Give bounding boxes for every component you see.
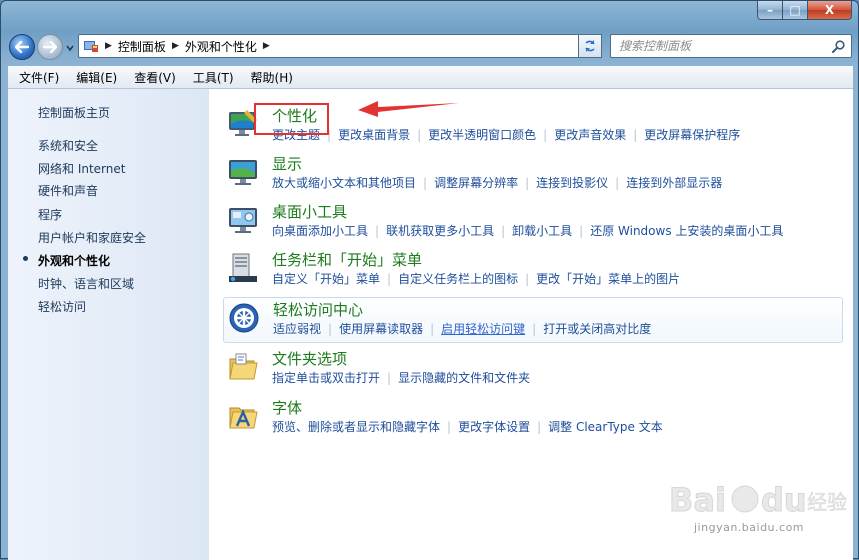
- menu-view[interactable]: 查看(V): [123, 69, 182, 86]
- breadcrumb-control-panel[interactable]: 控制面板: [118, 38, 166, 55]
- svg-text:du: du: [761, 481, 807, 519]
- link-preview-fonts[interactable]: 预览、删除或者显示和隐藏字体: [272, 420, 440, 434]
- link-uninstall-gadget[interactable]: 卸载小工具: [512, 224, 572, 238]
- search-icon[interactable]: [832, 40, 845, 53]
- category-taskbar-links: 自定义「开始」菜单 | 自定义任务栏上的图标 | 更改「开始」菜单上的图片: [272, 272, 681, 286]
- category-display: 显示 放大或缩小文本和其他项目 | 调整屏幕分辨率 | 连接到投影仪 | 连接到外部显示器: [223, 152, 843, 196]
- link-screen-reader[interactable]: 使用屏幕读取器: [339, 322, 423, 336]
- back-button[interactable]: [9, 34, 35, 60]
- category-taskbar: 任务栏和「开始」菜单 自定义「开始」菜单 | 自定义任务栏上的图标 | 更改「开始」菜单…: [223, 248, 843, 292]
- link-customize-taskbar-icons[interactable]: 自定义任务栏上的图标: [398, 272, 518, 286]
- menu-bar: 文件(F) 编辑(E) 查看(V) 工具(T) 帮助(H): [8, 66, 853, 89]
- sidebar-item-ease-of-access[interactable]: 轻松访问: [38, 298, 86, 315]
- svg-text:Bai: Bai: [669, 481, 726, 519]
- address-bar[interactable]: ▶ 控制面板 ▶ 外观和个性化 ▶: [78, 34, 602, 58]
- category-gadgets-links: 向桌面添加小工具 | 联机获取更多小工具 | 卸载小工具 | 还原 Windows 上安装的…: [272, 224, 784, 238]
- breadcrumb-separator-icon[interactable]: ▶: [263, 41, 270, 51]
- annotation-highlight-box: [254, 103, 329, 135]
- category-display-links: 放大或缩小文本和其他项目 | 调整屏幕分辨率 | 连接到投影仪 | 连接到外部显示器: [272, 176, 723, 190]
- sidebar-item-clock-language[interactable]: 时钟、语言和区域: [38, 275, 134, 292]
- search-box[interactable]: [610, 34, 852, 58]
- link-enable-access-keys[interactable]: 启用轻松访问键: [441, 322, 525, 336]
- category-ease-of-access-title[interactable]: 轻松访问中心: [273, 299, 363, 320]
- close-button[interactable]: X: [808, 1, 852, 20]
- category-folder-options-links: 指定单击或双击打开 | 显示隐藏的文件和文件夹: [272, 371, 531, 385]
- link-cleartype[interactable]: 调整 ClearType 文本: [548, 420, 663, 434]
- forward-arrow-icon: [43, 41, 57, 53]
- link-add-gadgets[interactable]: 向桌面添加小工具: [272, 224, 368, 238]
- annotation-arrow-icon: [358, 101, 459, 117]
- category-folder-options-title[interactable]: 文件夹选项: [272, 348, 347, 369]
- link-high-contrast[interactable]: 打开或关闭高对比度: [543, 322, 651, 336]
- caption-buttons: – □ X: [757, 1, 852, 21]
- breadcrumb-separator-icon[interactable]: ▶: [105, 41, 112, 51]
- recent-pages-dropdown-icon[interactable]: [65, 43, 75, 53]
- refresh-icon: [585, 40, 595, 52]
- svg-text:经验: 经验: [807, 490, 847, 514]
- sidebar-item-user-accounts[interactable]: 用户帐户和家庭安全: [38, 229, 146, 246]
- sidebar-item-system-security[interactable]: 系统和安全: [38, 137, 98, 154]
- link-show-hidden-files[interactable]: 显示隐藏的文件和文件夹: [398, 371, 530, 385]
- category-fonts-links: 预览、删除或者显示和隐藏字体 | 更改字体设置 | 调整 ClearType 文本: [272, 420, 663, 434]
- menu-edit[interactable]: 编辑(E): [65, 69, 123, 86]
- link-change-window-color[interactable]: 更改半透明窗口颜色: [428, 128, 536, 142]
- watermark-url: jingyan.baidu.com: [694, 521, 805, 534]
- category-gadgets: 桌面小工具 向桌面添加小工具 | 联机获取更多小工具 | 卸载小工具 | 还原 Window…: [223, 200, 843, 244]
- category-ease-of-access-links: 适应弱视 | 使用屏幕读取器 | 启用轻松访问键 | 打开或关闭高对比度: [273, 322, 652, 336]
- category-display-title[interactable]: 显示: [272, 153, 302, 174]
- link-single-double-click[interactable]: 指定单击或双击打开: [272, 371, 380, 385]
- category-fonts-title[interactable]: 字体: [272, 397, 302, 418]
- category-taskbar-title[interactable]: 任务栏和「开始」菜单: [272, 249, 422, 270]
- link-screen-resolution[interactable]: 调整屏幕分辨率: [434, 176, 518, 190]
- link-low-vision[interactable]: 适应弱视: [273, 322, 321, 336]
- search-input[interactable]: [617, 38, 831, 54]
- gadgets-icon[interactable]: [227, 204, 259, 236]
- current-page-bullet-icon: [23, 256, 28, 261]
- category-fonts: 字体 预览、删除或者显示和隐藏字体 | 更改字体设置 | 调整 ClearType 文本: [223, 396, 843, 440]
- sidebar-item-appearance[interactable]: 外观和个性化: [38, 252, 110, 269]
- folder-options-icon[interactable]: [227, 351, 259, 383]
- sidebar: 控制面板主页 系统和安全 网络和 Internet 硬件和声音 程序 用户帐户和…: [8, 89, 209, 560]
- maximize-button[interactable]: □: [783, 1, 808, 20]
- sidebar-item-network[interactable]: 网络和 Internet: [38, 160, 125, 177]
- menu-help[interactable]: 帮助(H): [240, 69, 299, 86]
- refresh-button[interactable]: [578, 34, 602, 58]
- menu-tools[interactable]: 工具(T): [182, 69, 240, 86]
- minimize-button[interactable]: –: [757, 1, 783, 20]
- category-personalization-links: 更改主题 | 更改桌面背景 | 更改半透明窗口颜色 | 更改声音效果 | 更改屏幕保护程序: [272, 128, 741, 142]
- link-restore-gadgets[interactable]: 还原 Windows 上安装的桌面小工具: [590, 224, 783, 238]
- breadcrumb-separator-icon[interactable]: ▶: [172, 41, 179, 51]
- sidebar-item-hardware-sound[interactable]: 硬件和声音: [38, 182, 98, 199]
- ease-of-access-icon[interactable]: [228, 302, 260, 334]
- baidu-jingyan-watermark: Bai du 经验: [669, 481, 848, 520]
- link-change-start-picture[interactable]: 更改「开始」菜单上的图片: [536, 272, 680, 286]
- link-connect-projector[interactable]: 连接到投影仪: [536, 176, 608, 190]
- menu-file[interactable]: 文件(F): [8, 69, 65, 86]
- display-icon[interactable]: [227, 156, 259, 188]
- category-ease-of-access: 轻松访问中心 适应弱视 | 使用屏幕读取器 | 启用轻松访问键 | 打开或关闭高对比度: [223, 297, 843, 343]
- navigation-bar: ▶ 控制面板 ▶ 外观和个性化 ▶: [1, 31, 859, 63]
- breadcrumb-appearance[interactable]: 外观和个性化: [185, 38, 257, 55]
- link-connect-external-display[interactable]: 连接到外部显示器: [626, 176, 722, 190]
- link-text-size[interactable]: 放大或缩小文本和其他项目: [272, 176, 416, 190]
- link-font-settings[interactable]: 更改字体设置: [458, 420, 530, 434]
- link-change-desktop-background[interactable]: 更改桌面背景: [338, 128, 410, 142]
- sidebar-item-home[interactable]: 控制面板主页: [38, 104, 110, 121]
- sidebar-item-programs[interactable]: 程序: [38, 206, 62, 223]
- control-panel-window: – □ X ▶ 控制面板 ▶ 外观和个性化 ▶ 搜索控制面板 文件(F) 编辑(…: [0, 0, 859, 560]
- taskbar-icon[interactable]: [227, 252, 259, 284]
- category-folder-options: 文件夹选项 指定单击或双击打开 | 显示隐藏的文件和文件夹: [223, 347, 843, 391]
- fonts-icon[interactable]: [227, 400, 259, 432]
- link-change-sound-effects[interactable]: 更改声音效果: [554, 128, 626, 142]
- link-get-more-gadgets[interactable]: 联机获取更多小工具: [386, 224, 494, 238]
- link-customize-start-menu[interactable]: 自定义「开始」菜单: [272, 272, 380, 286]
- back-arrow-icon: [15, 41, 29, 53]
- category-gadgets-title[interactable]: 桌面小工具: [272, 201, 347, 222]
- control-panel-icon: [84, 41, 98, 52]
- forward-button[interactable]: [37, 34, 63, 60]
- link-change-screensaver[interactable]: 更改屏幕保护程序: [644, 128, 740, 142]
